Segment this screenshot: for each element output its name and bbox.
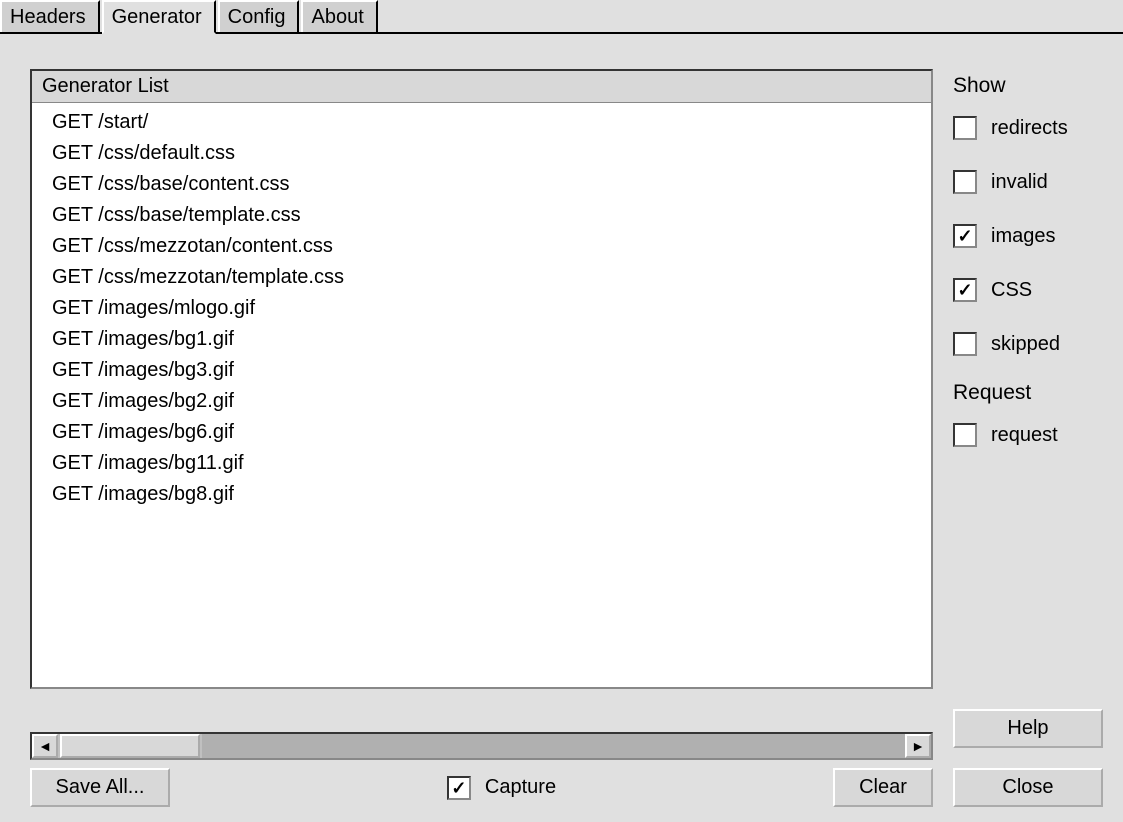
list-item[interactable]: GET /images/bg3.gif — [32, 355, 931, 386]
checkbox-skipped[interactable] — [953, 332, 977, 356]
checkbox-row-req-request: request — [953, 423, 1103, 447]
checkbox-redirects[interactable] — [953, 116, 977, 140]
list-item[interactable]: GET /images/bg2.gif — [32, 386, 931, 417]
scroll-left-icon[interactable]: ◄ — [32, 734, 58, 758]
generator-list-box: Generator List GET /start/GET /css/defau… — [30, 69, 933, 689]
capture-group: ✓ Capture — [447, 776, 556, 800]
tab-config[interactable]: Config — [218, 0, 300, 32]
list-item[interactable]: GET /start/ — [32, 107, 931, 138]
checkbox-label-req-request: request — [991, 424, 1058, 447]
checkbox-label-invalid: invalid — [991, 171, 1048, 194]
close-button[interactable]: Close — [953, 768, 1103, 807]
checkbox-row-skipped: skipped — [953, 332, 1103, 356]
checkbox-req-request[interactable] — [953, 423, 977, 447]
list-item[interactable]: GET /css/base/template.css — [32, 200, 931, 231]
clear-button[interactable]: Clear — [833, 768, 933, 807]
scroll-thumb[interactable] — [60, 734, 200, 758]
list-item[interactable]: GET /images/bg8.gif — [32, 479, 931, 510]
request-title: Request — [953, 381, 1103, 405]
tab-about[interactable]: About — [301, 0, 377, 32]
capture-label: Capture — [485, 776, 556, 799]
checkbox-images[interactable]: ✓ — [953, 224, 977, 248]
bottom-area: ◄ ► Save All... ✓ Capture Clear Help Clo… — [0, 709, 1123, 822]
list-body[interactable]: GET /start/GET /css/default.cssGET /css/… — [32, 103, 931, 687]
bottom-left: ◄ ► Save All... ✓ Capture Clear — [30, 732, 933, 807]
checkbox-row-invalid: invalid — [953, 170, 1103, 194]
left-panel: Generator List GET /start/GET /css/defau… — [30, 69, 933, 689]
list-item[interactable]: GET /images/bg6.gif — [32, 417, 931, 448]
bottom-right-col: Help Close — [953, 709, 1103, 807]
scroll-track[interactable] — [202, 734, 905, 758]
checkbox-label-redirects: redirects — [991, 117, 1068, 140]
checkbox-label-skipped: skipped — [991, 333, 1060, 356]
scroll-right-icon[interactable]: ► — [905, 734, 931, 758]
help-button[interactable]: Help — [953, 709, 1103, 748]
right-panel: Show redirectsinvalid✓images✓CSSskipped … — [933, 69, 1103, 689]
tab-headers[interactable]: Headers — [0, 0, 100, 32]
checkbox-invalid[interactable] — [953, 170, 977, 194]
list-item[interactable]: GET /images/bg11.gif — [32, 448, 931, 479]
save-all-button[interactable]: Save All... — [30, 768, 170, 807]
capture-checkbox[interactable]: ✓ — [447, 776, 471, 800]
tab-generator[interactable]: Generator — [102, 0, 216, 34]
main-content: Generator List GET /start/GET /css/defau… — [0, 34, 1123, 709]
checkbox-label-images: images — [991, 225, 1055, 248]
list-item[interactable]: GET /css/default.css — [32, 138, 931, 169]
horizontal-scrollbar[interactable]: ◄ ► — [30, 732, 933, 760]
list-item[interactable]: GET /images/mlogo.gif — [32, 293, 931, 324]
show-title: Show — [953, 74, 1103, 98]
list-item[interactable]: GET /css/mezzotan/template.css — [32, 262, 931, 293]
checkbox-label-css: CSS — [991, 279, 1032, 302]
checkbox-row-css: ✓ CSS — [953, 278, 1103, 302]
list-item[interactable]: GET /css/mezzotan/content.css — [32, 231, 931, 262]
list-item[interactable]: GET /css/base/content.css — [32, 169, 931, 200]
list-item[interactable]: GET /images/bg1.gif — [32, 324, 931, 355]
checkbox-css[interactable]: ✓ — [953, 278, 977, 302]
checkbox-row-redirects: redirects — [953, 116, 1103, 140]
checkbox-row-images: ✓ images — [953, 224, 1103, 248]
list-header: Generator List — [32, 71, 931, 103]
tab-bar: Headers Generator Config About — [0, 0, 1123, 34]
